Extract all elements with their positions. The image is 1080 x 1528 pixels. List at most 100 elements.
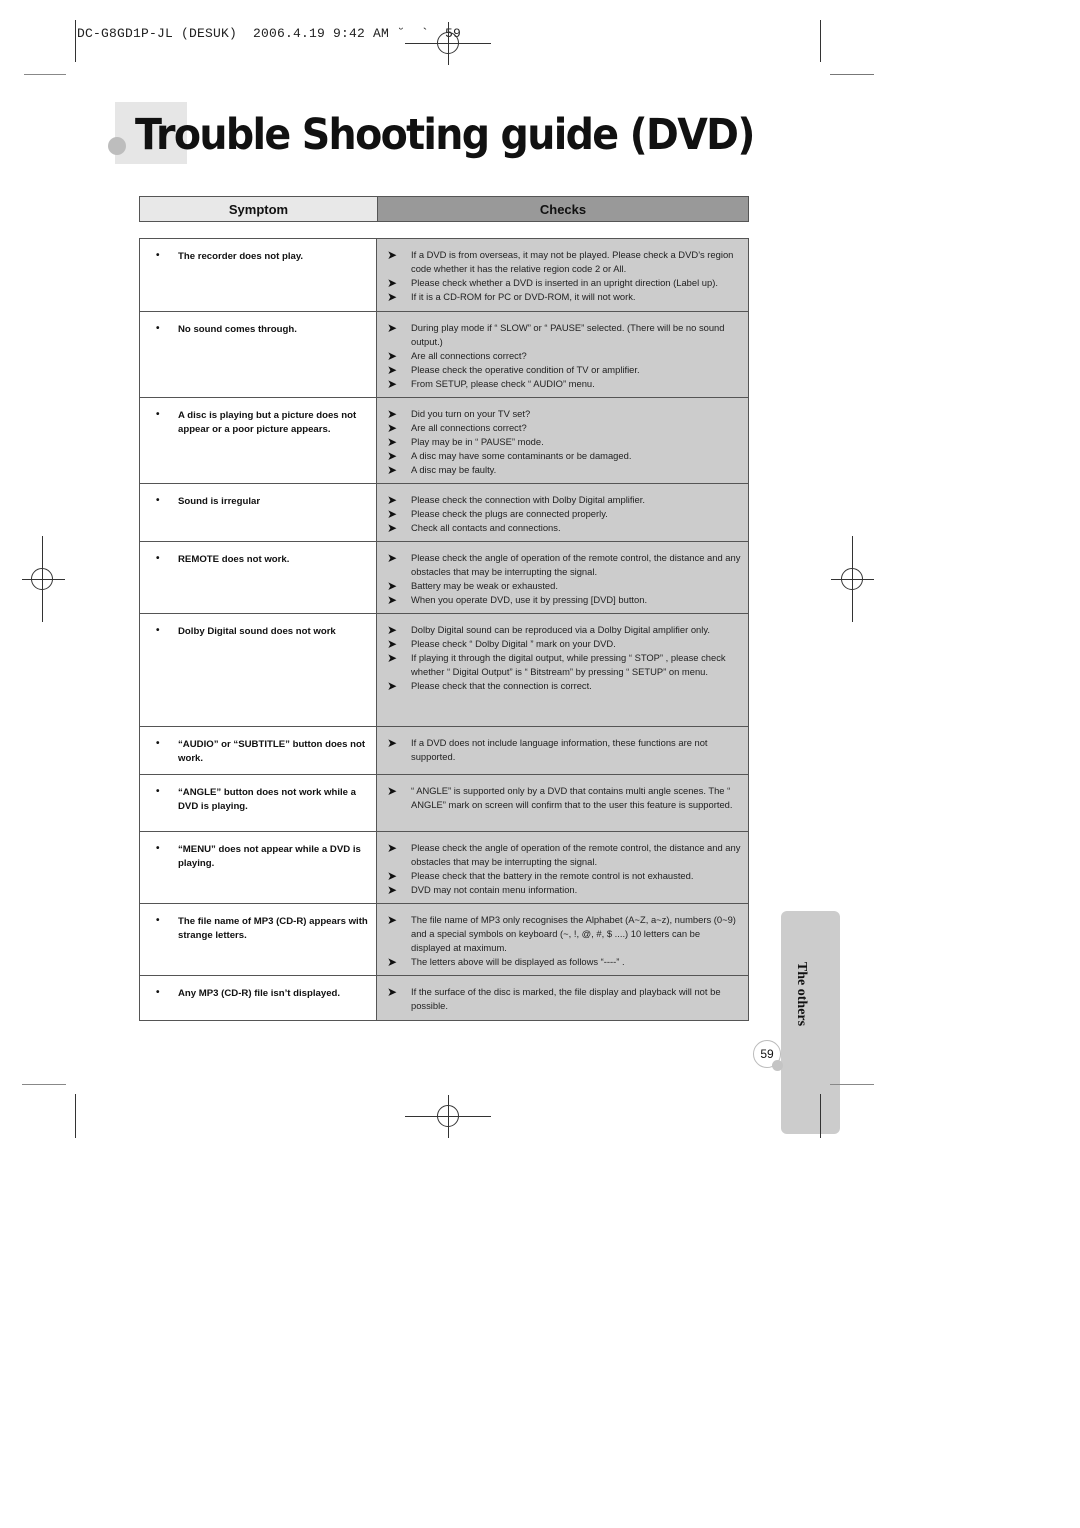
check-text: “ ANGLE” is supported only by a DVD that…	[411, 785, 733, 810]
arrow-bullet-icon: ➤	[387, 736, 398, 750]
bullet-icon: •	[156, 625, 160, 636]
column-header-symptom: Symptom	[140, 197, 378, 221]
symptom-cell: • A disc is playing but a picture does no…	[140, 398, 377, 483]
check-item: ➤ Please check the plugs are connected pr…	[387, 507, 742, 521]
symptom-text: The file name of MP3 (CD-R) appears with…	[178, 916, 368, 941]
check-item: ➤ Battery may be weak or exhausted.	[387, 579, 742, 593]
symptom-text: No sound comes through.	[178, 324, 297, 335]
table-row: • A disc is playing but a picture does no…	[140, 398, 748, 484]
table-row: • “AUDIO” or “SUBTITLE” button does not w…	[140, 727, 748, 775]
checks-cell: ➤ During play mode if “ SLOW” or “ PAUSE”…	[377, 312, 748, 397]
crop-mark	[820, 20, 821, 62]
check-item: ➤ A disc may be faulty.	[387, 463, 742, 477]
arrow-bullet-icon: ➤	[387, 841, 398, 855]
arrow-bullet-icon: ➤	[387, 493, 398, 507]
symptom-text: “ANGLE” button does not work while a DVD…	[178, 787, 357, 812]
check-item: ➤ A disc may have some contaminants or be…	[387, 449, 742, 463]
check-text: When you operate DVD, use it by pressing…	[411, 594, 648, 605]
check-text: During play mode if “ SLOW” or “ PAUSE” …	[411, 322, 725, 347]
check-text: A disc may be faulty.	[411, 464, 497, 475]
crop-mark	[820, 1094, 821, 1138]
symptom-text: The recorder does not play.	[178, 251, 304, 262]
arrow-bullet-icon: ➤	[387, 248, 398, 262]
symptom-cell: • “ANGLE” button does not work while a DV…	[140, 775, 377, 831]
check-text: Are all connections correct?	[411, 350, 527, 361]
check-text: Please check whether a DVD is inserted i…	[411, 277, 718, 288]
crop-mark	[22, 1084, 66, 1085]
arrow-bullet-icon: ➤	[387, 407, 398, 421]
checks-cell: ➤ Please check the angle of operation of …	[377, 542, 748, 613]
check-item: ➤ Please check the operative condition of…	[387, 363, 742, 377]
arrow-bullet-icon: ➤	[387, 985, 398, 999]
check-item: ➤ Check all contacts and connections.	[387, 521, 742, 535]
check-text: If the surface of the disc is marked, th…	[411, 986, 721, 1011]
check-text: Did you turn on your TV set?	[411, 408, 531, 419]
bullet-icon: •	[156, 738, 160, 749]
symptom-cell: • “AUDIO” or “SUBTITLE” button does not w…	[140, 727, 377, 774]
check-text: Please check the angle of operation of t…	[411, 842, 741, 867]
checks-cell: ➤ Did you turn on your TV set? ➤ Are all co…	[377, 398, 748, 483]
arrow-bullet-icon: ➤	[387, 463, 398, 477]
arrow-bullet-icon: ➤	[387, 579, 398, 593]
checks-cell: ➤ Please check the angle of operation of …	[377, 832, 748, 903]
title-bullet-dot	[108, 137, 126, 155]
table-row: • The file name of MP3 (CD-R) appears wit…	[140, 904, 748, 976]
arrow-bullet-icon: ➤	[387, 955, 398, 969]
crop-mark	[830, 74, 874, 75]
check-item: ➤ If playing it through the digital outpu…	[387, 651, 742, 679]
crop-mark	[75, 20, 76, 62]
check-item: ➤ Play may be in “ PAUSE” mode.	[387, 435, 742, 449]
check-item: ➤ If a DVD is from overseas, it may not b…	[387, 248, 742, 276]
arrow-bullet-icon: ➤	[387, 869, 398, 883]
symptom-text: “AUDIO” or “SUBTITLE” button does not wo…	[178, 739, 366, 764]
check-text: Please check the connection with Dolby D…	[411, 494, 645, 505]
check-item: ➤ Did you turn on your TV set?	[387, 407, 742, 421]
check-item: ➤ If the surface of the disc is marked, t…	[387, 985, 742, 1013]
check-item: ➤ Dolby Digital sound can be reproduced v…	[387, 623, 742, 637]
checks-cell: ➤ The file name of MP3 only recognises th…	[377, 904, 748, 975]
symptom-cell: • The recorder does not play.	[140, 239, 377, 311]
check-text: The letters above will be displayed as f…	[411, 956, 625, 967]
check-item: ➤ Please check the connection with Dolby …	[387, 493, 742, 507]
check-text: Please check that the connection is corr…	[411, 680, 592, 691]
crop-mark	[75, 1094, 76, 1138]
check-item: ➤ Please check that the battery in the re…	[387, 869, 742, 883]
arrow-bullet-icon: ➤	[387, 321, 398, 335]
bullet-icon: •	[156, 843, 160, 854]
check-item: ➤ Please check that the connection is cor…	[387, 679, 742, 693]
check-item: ➤ Please check “ Dolby Digital ” mark on …	[387, 637, 742, 651]
check-item: ➤ If it is a CD-ROM for PC or DVD-ROM, it…	[387, 290, 742, 304]
troubleshooting-table: • The recorder does not play. ➤ If a DVD is…	[139, 238, 749, 1021]
arrow-bullet-icon: ➤	[387, 637, 398, 651]
symptom-cell: • The file name of MP3 (CD-R) appears wit…	[140, 904, 377, 975]
table-row: • Dolby Digital sound does not work ➤ Dolby…	[140, 614, 748, 727]
symptom-text: Dolby Digital sound does not work	[178, 626, 336, 637]
checks-cell: ➤ “ ANGLE” is supported only by a DVD tha…	[377, 775, 748, 831]
check-text: Check all contacts and connections.	[411, 522, 561, 533]
check-item: ➤ The letters above will be displayed as …	[387, 955, 742, 969]
check-text: From SETUP, please check “ AUDIO” menu.	[411, 378, 595, 389]
symptom-text: A disc is playing but a picture does not…	[178, 410, 357, 435]
arrow-bullet-icon: ➤	[387, 290, 398, 304]
symptom-cell: • “MENU” does not appear while a DVD is p…	[140, 832, 377, 903]
check-text: Battery may be weak or exhausted.	[411, 580, 558, 591]
arrow-bullet-icon: ➤	[387, 349, 398, 363]
arrow-bullet-icon: ➤	[387, 377, 398, 391]
checks-cell: ➤ If the surface of the disc is marked, t…	[377, 976, 748, 1020]
arrow-bullet-icon: ➤	[387, 363, 398, 377]
arrow-bullet-icon: ➤	[387, 551, 398, 565]
table-row: • “MENU” does not appear while a DVD is p…	[140, 832, 748, 904]
check-text: Please check the angle of operation of t…	[411, 552, 741, 577]
arrow-bullet-icon: ➤	[387, 521, 398, 535]
check-item: ➤ Are all connections correct?	[387, 421, 742, 435]
bullet-icon: •	[156, 323, 160, 334]
bullet-icon: •	[156, 786, 160, 797]
page-title: Trouble Shooting guide (DVD)	[135, 110, 755, 160]
section-tab-label: The others	[794, 961, 809, 1027]
table-row: • No sound comes through. ➤ During play mod…	[140, 312, 748, 398]
registration-circle-right	[841, 568, 863, 590]
symptom-text: Any MP3 (CD-R) file isn’t displayed.	[178, 988, 341, 999]
check-text: Please check the plugs are connected pro…	[411, 508, 608, 519]
check-text: Dolby Digital sound can be reproduced vi…	[411, 624, 710, 635]
bullet-icon: •	[156, 915, 160, 926]
